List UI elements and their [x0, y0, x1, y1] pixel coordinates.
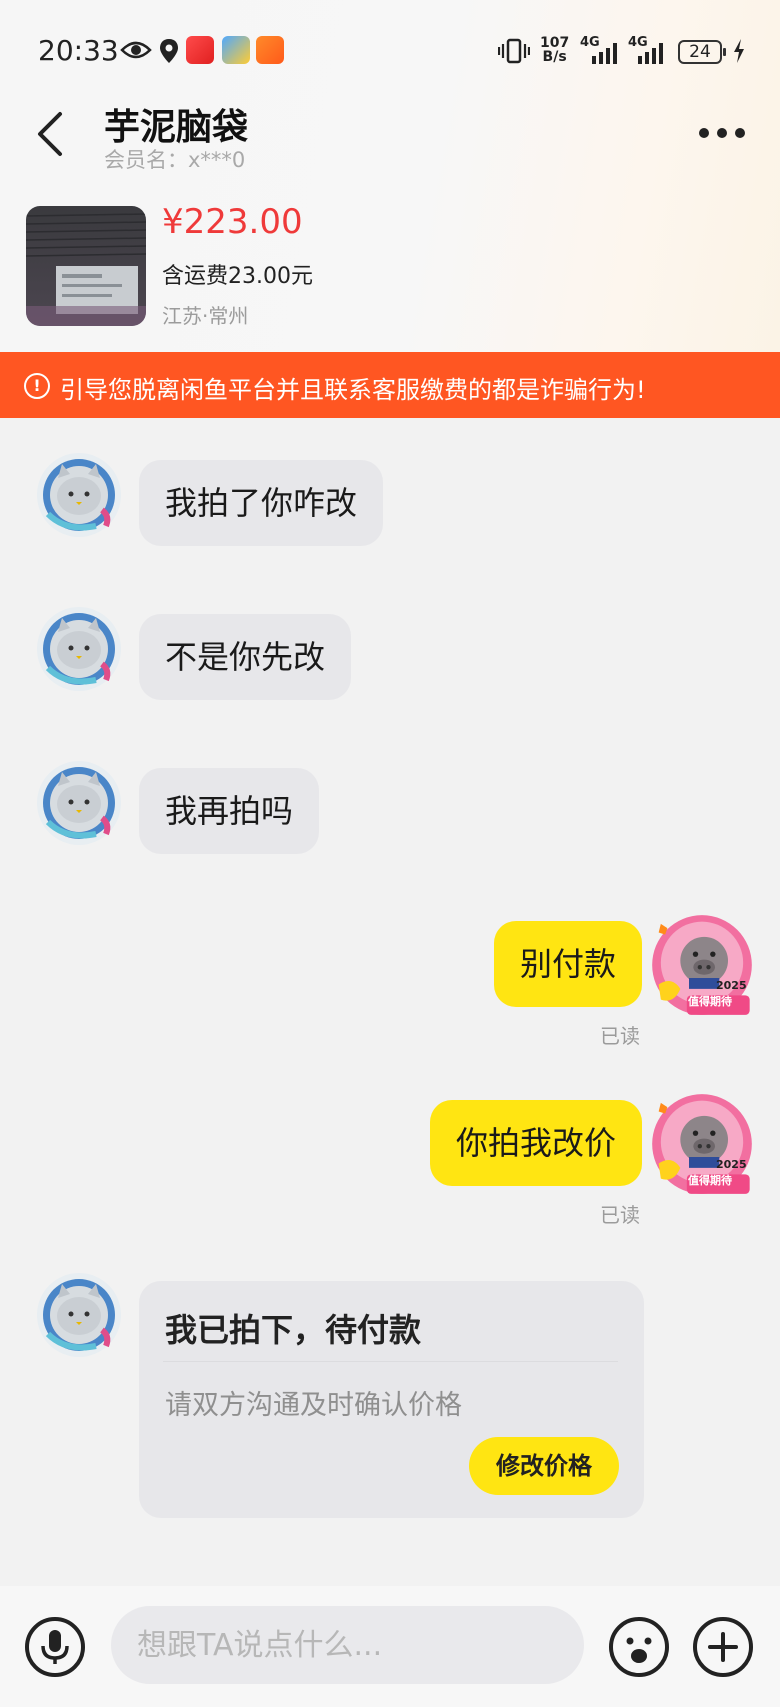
voice-button[interactable] — [24, 1616, 86, 1678]
more-options-button[interactable] — [696, 118, 748, 148]
product-price: ¥223.00 — [162, 202, 303, 242]
battery-indicator: 24 — [678, 40, 726, 64]
signal-bars-icon — [592, 43, 617, 64]
read-status: 已读 — [600, 1203, 640, 1227]
vibrate-icon — [498, 38, 530, 64]
avatar-caption: 值得期待 — [688, 995, 732, 1008]
my-avatar[interactable]: 2025 值得期待 — [650, 1092, 754, 1196]
message-bubble[interactable]: 你拍我改价 — [429, 1100, 642, 1186]
partner-avatar[interactable] — [36, 452, 122, 538]
status-bar: 20:33 107 B/s 4G 4G 24 — [0, 30, 780, 74]
location-icon — [160, 39, 178, 63]
message-bubble[interactable]: 我再拍吗 — [139, 768, 320, 854]
app-notification-icon — [186, 36, 214, 64]
message-bubble[interactable]: 不是你先改 — [139, 614, 352, 700]
chat-partner-name: 芋泥脑袋 — [104, 107, 249, 148]
avatar-caption: 值得期待 — [688, 1174, 732, 1187]
partner-avatar[interactable] — [36, 606, 122, 692]
status-time: 20:33 — [38, 34, 119, 67]
warning-text: 引导您脱离闲鱼平台并且联系客服缴费的都是诈骗行为! — [60, 376, 646, 404]
charging-icon — [734, 39, 744, 63]
partner-avatar[interactable] — [36, 760, 122, 846]
input-bar — [0, 1586, 780, 1707]
message-bubble[interactable]: 别付款 — [493, 921, 642, 1007]
emoji-button[interactable] — [608, 1616, 670, 1678]
order-status-card[interactable]: 我已拍下，待付款 请双方沟通及时确认价格 修改价格 — [139, 1281, 644, 1518]
back-button[interactable] — [30, 106, 74, 162]
avatar-year-badge: 2025 — [716, 1158, 747, 1171]
product-thumbnail[interactable] — [26, 206, 146, 326]
product-image — [26, 206, 146, 326]
net-speed: 107 B/s — [540, 35, 570, 65]
more-actions-button[interactable] — [692, 1616, 754, 1678]
app-notification-icon — [256, 36, 284, 64]
fraud-warning-banner: ! 引导您脱离闲鱼平台并且联系客服缴费的都是诈骗行为! — [0, 352, 780, 418]
order-subtitle: 请双方沟通及时确认价格 — [165, 1390, 462, 1421]
order-title: 我已拍下，待付款 — [165, 1311, 422, 1349]
member-name: 会员名：x***0 — [104, 148, 246, 172]
avatar-year-badge: 2025 — [716, 979, 747, 992]
exclamation-icon: ! — [24, 373, 50, 399]
message-bubble[interactable]: 我拍了你咋改 — [139, 460, 384, 546]
my-avatar[interactable]: 2025 值得期待 — [650, 913, 754, 1017]
app-notification-icon — [222, 36, 250, 64]
read-status: 已读 — [600, 1024, 640, 1048]
modify-price-button[interactable]: 修改价格 — [469, 1437, 619, 1495]
partner-avatar[interactable] — [36, 1272, 122, 1358]
signal-bars-icon — [638, 43, 663, 64]
product-location: 江苏·常州 — [162, 304, 249, 328]
eye-icon — [120, 41, 152, 59]
shipping-fee: 含运费23.00元 — [162, 264, 313, 289]
divider — [163, 1361, 618, 1362]
message-input[interactable] — [111, 1606, 584, 1684]
